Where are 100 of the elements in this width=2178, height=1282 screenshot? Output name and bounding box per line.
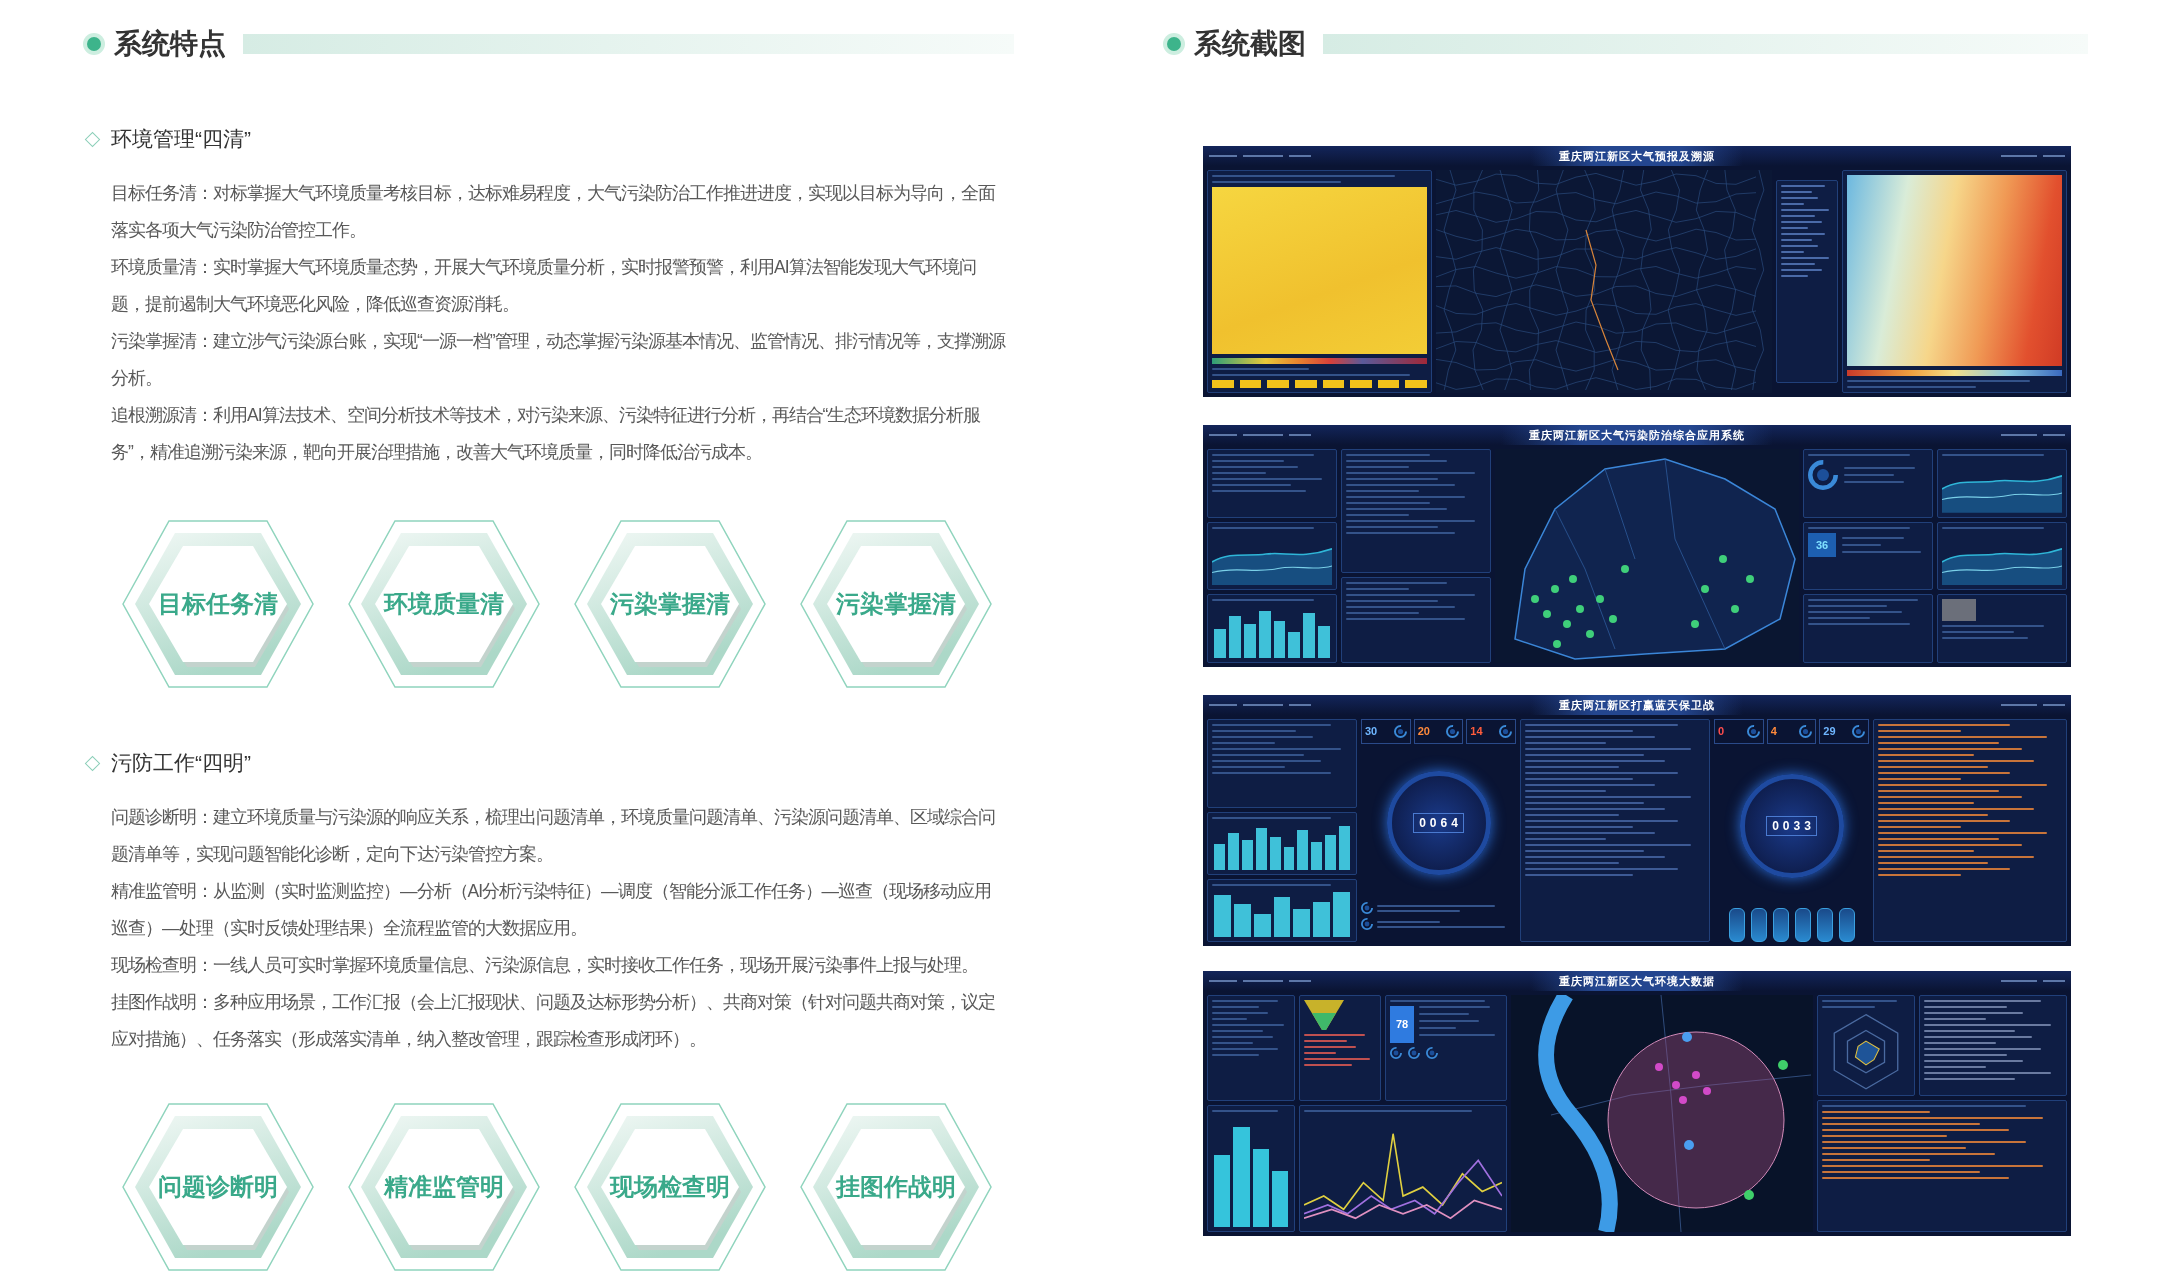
counter-value: 0064 (1413, 812, 1464, 833)
ring-icon (1808, 460, 1838, 490)
body-paragraph: 问题诊断明：建立环境质量与污染源的响应关系，梳理出问题清单，环境质量问题清单、污染源问题清单、区域综合问题清单等，实现问题智能化诊断，定向下达污染管控方案。 (111, 806, 996, 866)
dashboard-title: 重庆两江新区大气污染防治综合应用系统 (1501, 425, 1773, 445)
forecast-cell (1294, 380, 1317, 388)
site-marker-icon (1551, 585, 1559, 593)
stat-value: 29 (1823, 724, 1836, 739)
body-paragraph: 追根溯源清：利用AI算法技术、空间分析技术等技术，对污染来源、污染特征进行分析，再结合“生态环境数据分析服务”，精准追溯污染来源，靶向开展治理措施，改善大气环境质量，同时降低治污成本。 (111, 404, 982, 464)
ring-icon (1852, 724, 1865, 738)
chart-bar (1241, 839, 1253, 871)
dashboard-title: 重庆两江新区大气预报及溯源 (1531, 146, 1743, 166)
site-marker-icon (1596, 595, 1604, 603)
map-marker-icon (1672, 1081, 1680, 1089)
forecast-cell (1405, 380, 1427, 388)
chart-bar (1214, 629, 1226, 658)
body-paragraph: 现场检查明：一线人员可实时掌握环境质量信息、污染源信息，实时接收工作任务，现场开展污染事件上报与处理。 (111, 954, 979, 977)
cylinder-gauge-icon (1794, 908, 1811, 942)
chart-bar (1269, 837, 1281, 871)
ring-icon (1499, 724, 1512, 738)
site-marker-icon (1746, 575, 1754, 583)
site-marker-icon (1569, 575, 1577, 583)
ring-icon (1746, 724, 1760, 738)
cylinder-gauge-icon (1816, 908, 1833, 942)
chart-bar (1214, 894, 1231, 937)
stat-value: 20 (1417, 724, 1430, 739)
forecast-cell (1377, 380, 1400, 388)
chart-bar (1258, 610, 1271, 658)
ring-icon (1799, 724, 1813, 738)
bullet-dot-icon (1163, 33, 1185, 55)
hexagon-badge: 污染掌握清 (800, 520, 992, 688)
photo-placeholder (1942, 599, 1976, 622)
dashboard-title: 重庆两江新区打赢蓝天保卫战 (1531, 695, 1743, 715)
subsection-heading: 环境管理“四清” (111, 126, 251, 153)
ring-icon (1446, 724, 1460, 738)
cylinder-gauge-icon (1750, 908, 1767, 942)
bullet-dot-icon (83, 33, 105, 55)
chart-bar (1311, 842, 1323, 871)
chart-bar (1333, 892, 1350, 937)
ring-icon (1393, 724, 1407, 738)
hexagon-badge: 现场检查明 (574, 1103, 766, 1271)
stat-value: 30 (1365, 724, 1378, 739)
hexagon-badge: 问题诊断明 (122, 1103, 314, 1271)
stat-value: 0 (1718, 724, 1725, 739)
ring-icon (1426, 1046, 1438, 1059)
chart-bar (1255, 827, 1267, 871)
site-marker-icon (1586, 630, 1594, 638)
aqi-value: 36 (1808, 532, 1837, 558)
body-paragraph: 精准监管明：从监测（实时监测监控）—分析（AI分析污染特征）—调度（智能分派工作任务）—巡查（现场移动应用巡查）—处理（实时反馈处理结果）全流程监管的大数据应用。 (111, 880, 993, 940)
ring-icon (1361, 902, 1373, 914)
funnel-chart-drawing (1304, 1000, 1344, 1030)
chart-bar (1293, 908, 1311, 937)
site-marker-icon (1553, 640, 1561, 648)
chart-bar (1253, 913, 1271, 937)
map-marker-icon (1778, 1060, 1788, 1070)
forecast-cell (1212, 380, 1234, 388)
site-marker-icon (1719, 555, 1727, 563)
map-marker-icon (1682, 1032, 1692, 1042)
hexagon-badge: 挂图作战明 (800, 1103, 992, 1271)
stat-value: 14 (1470, 724, 1483, 739)
map-marker-icon (1655, 1063, 1663, 1071)
body-paragraph: 挂图作战明：多种应用场景，工作汇报（会上汇报现状、问题及达标形势分析）、共商对策（针对问题共商对策，议定应对措施）、任务落实（形成落实清单，纳入整改管理，跟踪检查形成闭环）。 (111, 991, 996, 1051)
chart-bar (1233, 904, 1251, 937)
aqi-value: 78 (1390, 1006, 1415, 1043)
hexagon-badge: 环境质量清 (348, 520, 540, 688)
site-marker-icon (1691, 620, 1699, 628)
chart-bar (1303, 613, 1316, 658)
chart-bar (1243, 623, 1256, 658)
subsection-heading: 污防工作“四明” (111, 750, 251, 777)
hexagon-badge: 精准监管明 (348, 1103, 540, 1271)
stat-value: 4 (1770, 724, 1777, 739)
hexagon-badge: 目标任务清 (122, 520, 314, 688)
body-paragraph: 污染掌握清：建立涉气污染源台账，实现“一源一档”管理，动态掌握污染源基本情况、监管情况、排污情况等，支撑溯源分析。 (111, 330, 1006, 390)
site-marker-icon (1543, 610, 1551, 618)
body-paragraph: 环境质量清：实时掌握大气环境质量态势，开展大气环境质量分析，实时报警预警，利用AI算法智能发现大气环境问题，提前遏制大气环境恶化风险，降低巡查资源消耗。 (111, 256, 977, 316)
site-marker-icon (1609, 615, 1617, 623)
body-paragraph: 目标任务清：对标掌握大气环境质量考核目标，达标难易程度，大气污染防治工作推进进度，实现以目标为导向，全面落实各项大气污染防治管控工作。 (111, 182, 997, 242)
chart-bar (1283, 846, 1295, 871)
chart-bar (1228, 615, 1241, 658)
cylinder-gauge-icon (1772, 908, 1789, 942)
map-marker-icon (1744, 1190, 1754, 1200)
ring-icon (1390, 1046, 1402, 1059)
chart-bar (1273, 621, 1286, 658)
map-marker-icon (1703, 1087, 1711, 1095)
chart-bar (1339, 825, 1351, 871)
cylinder-gauge-icon (1728, 908, 1745, 942)
site-marker-icon (1701, 585, 1709, 593)
chart-bar (1273, 897, 1291, 937)
chart-bar (1297, 830, 1309, 871)
chart-bar (1227, 832, 1239, 871)
dashboard-title: 重庆两江新区大气环境大数据 (1531, 971, 1743, 991)
forecast-cell (1239, 380, 1262, 388)
site-marker-icon (1576, 605, 1584, 613)
chart-bar (1214, 844, 1225, 871)
chart-bar (1325, 835, 1337, 871)
section-title: 系统特点 (114, 27, 226, 61)
site-marker-icon (1563, 620, 1571, 628)
counter-value: 0033 (1766, 815, 1817, 836)
map-marker-icon (1679, 1096, 1687, 1104)
cylinder-gauge-icon (1838, 908, 1855, 942)
section-title: 系统截图 (1194, 27, 1306, 61)
